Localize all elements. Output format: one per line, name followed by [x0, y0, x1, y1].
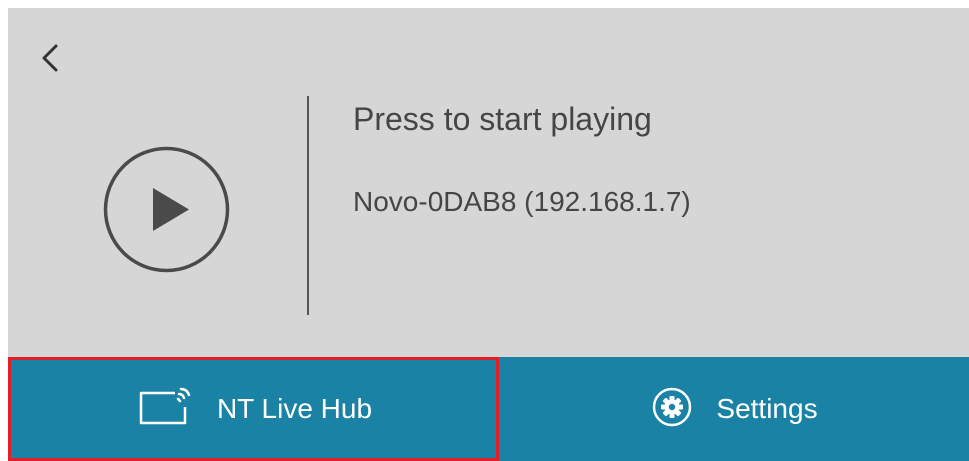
bottom-tab-bar: NT Live Hub Settings: [8, 357, 969, 461]
device-name-label: Novo-0DAB8 (192.168.1.7): [353, 186, 691, 217]
tab-settings-label: Settings: [716, 393, 818, 424]
app-window: Press to start playing Novo-0DAB8 (192.1…: [0, 0, 969, 461]
play-button[interactable]: [103, 146, 230, 273]
cast-screen-icon: [135, 385, 193, 434]
back-button[interactable]: [38, 40, 74, 80]
gear-icon: [652, 387, 692, 432]
vertical-divider: [307, 96, 309, 315]
play-prompt-title: Press to start playing: [353, 101, 652, 137]
chevron-left-icon: [42, 44, 58, 72]
player-panel: Press to start playing Novo-0DAB8 (192.1…: [8, 8, 969, 357]
tab-nt-live-hub[interactable]: NT Live Hub: [8, 357, 499, 461]
tab-nt-live-hub-label: NT Live Hub: [216, 393, 373, 424]
tab-settings[interactable]: Settings: [499, 357, 969, 461]
play-circle-icon: [103, 146, 230, 273]
